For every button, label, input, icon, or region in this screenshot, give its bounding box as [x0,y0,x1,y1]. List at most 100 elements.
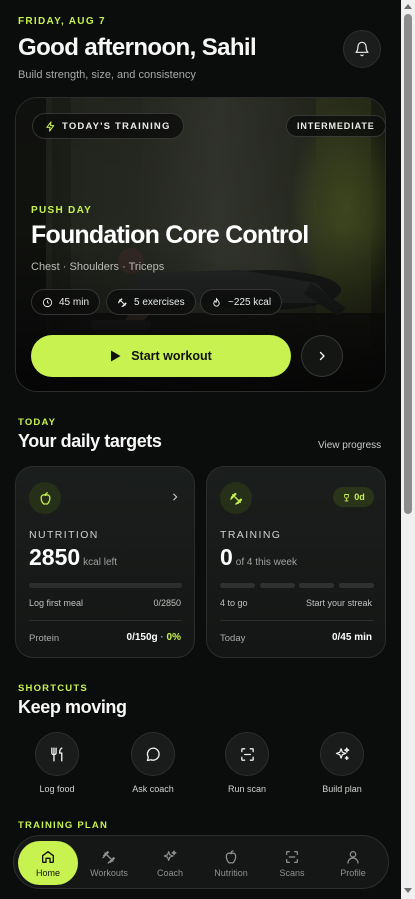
protein-percent: 0% [166,632,181,643]
trophy-icon [344,493,350,501]
utensils-icon [50,746,62,762]
clock-icon [42,297,53,307]
page-scrollbar[interactable] [401,0,415,899]
start-workout-label: Start workout [131,349,212,363]
bolt-icon [46,120,55,132]
nav-profile[interactable]: Profile [323,841,383,885]
home-screen: FRIDAY, AUG 7 Good afternoon, Sahil Buil… [0,0,401,899]
protein-value: 0/150g · 0% [127,632,181,643]
training-card[interactable]: 0d TRAINING 0 of 4 this week 4 to go Star… [206,466,386,658]
start-workout-button[interactable]: Start workout [31,335,291,377]
todays-training-tag: TODAY'S TRAINING [32,113,184,139]
dumbbell-icon [102,850,115,864]
nav-profile-label: Profile [340,867,366,878]
session-segment [338,583,374,588]
nav-home-label: Home [35,867,60,878]
session-segment [299,583,334,588]
training-plan-eyebrow: TRAINING PLAN [18,820,109,831]
workout-details-button[interactable] [301,335,343,377]
user-icon [347,850,359,864]
scroll-up-arrow[interactable] [404,4,412,9]
sessions-this-week: 0 of 4 this week [220,544,297,571]
duration-value: 45 min [59,296,90,308]
todays-training-label: TODAY'S TRAINING [62,120,171,132]
scan-icon [240,747,254,761]
run-scan-button[interactable] [225,732,269,776]
apple-icon [225,849,237,864]
view-progress-link[interactable]: View progress [318,440,381,451]
streak-value: 0d [354,492,365,502]
chat-bubble-icon [146,746,160,761]
ask-coach-button[interactable] [131,732,175,776]
log-first-meal-hint: Log first meal [29,598,84,608]
protein-separator: · [157,632,167,643]
notifications-button[interactable] [343,30,381,68]
todays-workout-card[interactable]: TODAY'S TRAINING INTERMEDIATE PUSH DAY F… [15,97,386,392]
card-divider [220,620,373,621]
today-label: Today [220,633,246,644]
chevron-right-icon[interactable] [170,491,180,503]
bottom-nav: Home Workouts Coach Nutrition Scans Prof… [13,835,389,889]
sessions-unit: of 4 this week [235,557,297,568]
targets-title: Your daily targets [18,431,162,451]
difficulty-badge: INTERMEDIATE [286,115,385,137]
sessions-to-go: 4 to go [220,598,248,608]
nav-workouts-label: Workouts [90,867,128,878]
build-plan-label: Build plan [322,784,362,794]
nutrition-icon-wrap [29,482,61,514]
calories-left-value: 2850 [29,544,81,570]
calories-left-unit: kcal left [83,557,118,568]
flame-icon [213,297,220,307]
nav-coach-label: Coach [156,867,183,878]
nav-coach[interactable]: Coach [140,841,200,885]
chevron-right-icon [319,351,325,361]
nav-scans[interactable]: Scans [262,841,322,885]
exercises-value: 5 exercises [134,296,185,308]
training-label: TRAINING [220,529,282,541]
card-divider [29,620,182,621]
log-food-label: Log food [39,784,75,794]
nutrition-label: NUTRITION [29,529,99,541]
protein-label: Protein [29,633,60,644]
run-scan-shortcut[interactable]: Run scan [207,732,287,794]
training-icon-wrap [220,482,252,514]
nav-nutrition[interactable]: Nutrition [201,841,261,885]
sparkles-icon [335,746,349,760]
apple-icon [40,491,50,505]
calories-left: 2850 kcal left [29,544,117,571]
nutrition-card[interactable]: NUTRITION 2850 kcal left Log first meal 0… [15,466,195,658]
sparkles-icon [163,849,177,861]
ask-coach-shortcut[interactable]: Ask coach [113,732,193,794]
scan-icon [286,850,298,863]
shortcuts-title: Keep moving [18,697,127,717]
play-icon [111,350,121,362]
run-scan-label: Run scan [227,784,267,794]
greeting-subtitle: Build strength, size, and consistency [18,69,196,81]
today-minutes: 0/45 min [331,632,372,643]
session-segment [220,583,255,588]
dumbbell-icon [229,492,242,505]
calories-chip: ~225 kcal [200,289,283,315]
log-food-shortcut[interactable]: Log food [17,732,97,794]
scroll-down-arrow[interactable] [404,888,412,893]
targets-eyebrow: TODAY [18,417,57,428]
target-muscles: Chest · Shoulders · Triceps [31,261,165,273]
scrollbar-thumb[interactable] [404,14,412,514]
nav-workouts[interactable]: Workouts [79,841,139,885]
dumbbell-icon [117,297,127,307]
build-plan-button[interactable] [320,732,364,776]
log-food-button[interactable] [35,732,79,776]
build-plan-shortcut[interactable]: Build plan [302,732,382,794]
ask-coach-label: Ask coach [132,784,174,794]
home-icon [42,850,54,863]
start-streak-hint: Start your streak [305,598,372,608]
calorie-progress-bar [29,583,182,588]
greeting-title: Good afternoon, Sahil [18,34,257,61]
nav-nutrition-label: Nutrition [214,867,248,878]
duration-chip: 45 min [31,289,101,315]
nav-home[interactable]: Home [18,841,78,885]
date-label: FRIDAY, AUG 7 [18,16,106,27]
sessions-value: 0 [220,544,233,570]
workout-category: PUSH DAY [31,205,93,216]
shortcuts-eyebrow: SHORTCUTS [18,683,88,694]
